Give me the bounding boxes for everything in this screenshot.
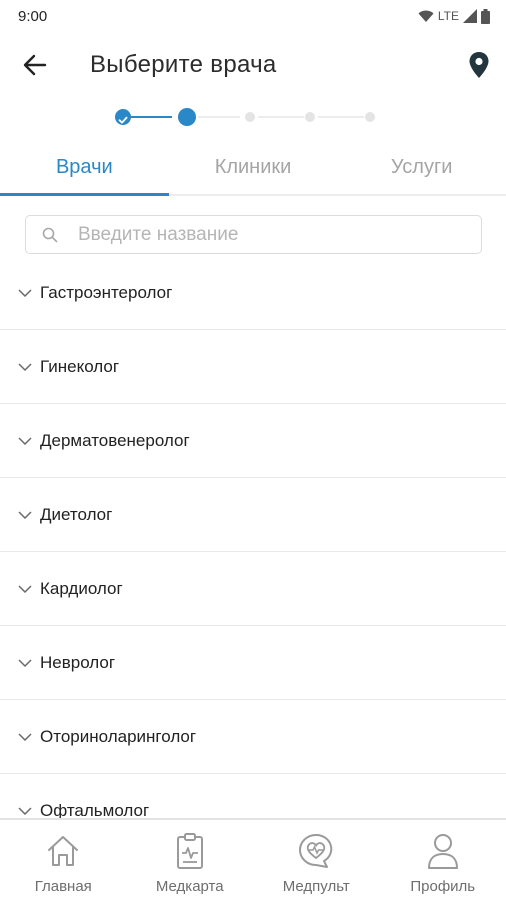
home-icon: [43, 830, 83, 872]
specialty-label: Диетолог: [40, 504, 113, 524]
step-pending: [245, 112, 255, 122]
chevron-down-icon: [16, 802, 34, 819]
arrow-left-icon: [23, 54, 47, 81]
step-connector: [258, 116, 304, 118]
network-type: LTE: [437, 9, 459, 23]
chevron-down-icon: [16, 728, 34, 746]
status-time: 9:00: [18, 7, 48, 25]
specialty-label: Дерматовенеролог: [40, 430, 190, 450]
specialty-label: Кардиолог: [40, 578, 123, 598]
nav-medical-record-label: Медкарта: [155, 878, 224, 895]
specialty-item-cardiologist[interactable]: Кардиолог: [0, 552, 506, 626]
chevron-down-icon: [16, 432, 34, 450]
map-pin-icon: [468, 51, 490, 84]
specialty-label: Невролог: [40, 652, 116, 672]
step-completed: [115, 109, 131, 125]
specialty-item-gynecologist[interactable]: Гинеколог: [0, 330, 506, 404]
step-pending: [365, 112, 375, 122]
step-current: [178, 108, 196, 126]
specialty-item-dietitian[interactable]: Диетолог: [0, 478, 506, 552]
tab-clinics[interactable]: Клиники: [169, 140, 338, 194]
search-input[interactable]: [78, 223, 458, 246]
profile-icon: [423, 830, 463, 872]
page-title: Выберите врача: [90, 51, 277, 78]
bottom-nav: Главная Медкарта Медпульт Профиль: [0, 818, 506, 900]
nav-medpult[interactable]: Медпульт: [253, 820, 380, 900]
nav-profile-label: Профиль: [410, 878, 476, 895]
check-icon: [118, 112, 128, 130]
nav-home-label: Главная: [34, 878, 92, 895]
specialty-label: Гинеколог: [40, 356, 120, 376]
specialty-item-ophthalmologist[interactable]: Офтальмолог: [0, 774, 506, 818]
wifi-icon: [418, 10, 434, 23]
back-button[interactable]: [20, 52, 50, 82]
app-header: Выберите врача: [0, 36, 506, 96]
specialty-label: Офтальмолог: [40, 800, 150, 819]
signal-icon: [463, 9, 477, 23]
nav-medpult-label: Медпульт: [282, 878, 350, 895]
step-progress: [112, 106, 382, 128]
step-connector: [318, 116, 364, 118]
specialty-label: Гастроэнтеролог: [40, 282, 173, 302]
nav-medical-record[interactable]: Медкарта: [127, 820, 254, 900]
specialty-label: Оториноларинголог: [40, 726, 197, 746]
chevron-down-icon: [16, 580, 34, 598]
step-connector-done: [130, 116, 172, 118]
tab-doctors[interactable]: Врачи: [0, 140, 169, 196]
chevron-down-icon: [16, 654, 34, 672]
search-icon: [40, 225, 60, 245]
search-box: [25, 215, 482, 254]
location-button[interactable]: [464, 50, 494, 84]
chevron-down-icon: [16, 506, 34, 524]
status-icons: LTE: [418, 8, 490, 24]
status-bar: 9:00 LTE: [0, 0, 506, 32]
step-pending: [305, 112, 315, 122]
tab-services[interactable]: Услуги: [337, 140, 506, 194]
specialty-item-dermatovenerologist[interactable]: Дерматовенеролог: [0, 404, 506, 478]
chevron-down-icon: [16, 284, 34, 302]
nav-home[interactable]: Главная: [0, 820, 127, 900]
specialty-item-otorhinolaryngologist[interactable]: Оториноларинголог: [0, 700, 506, 774]
chevron-down-icon: [16, 358, 34, 376]
specialty-list: Гастроэнтеролог Гинеколог Дерматовенерол…: [0, 256, 506, 818]
medical-record-icon: [170, 830, 210, 872]
specialty-item-neurologist[interactable]: Невролог: [0, 626, 506, 700]
battery-icon: [481, 8, 490, 24]
tab-bar: Врачи Клиники Услуги: [0, 140, 506, 196]
specialty-item-gastroenterologist[interactable]: Гастроэнтеролог: [0, 256, 506, 330]
heart-chat-icon: [296, 830, 336, 872]
nav-profile[interactable]: Профиль: [380, 820, 506, 900]
step-connector: [198, 116, 240, 118]
